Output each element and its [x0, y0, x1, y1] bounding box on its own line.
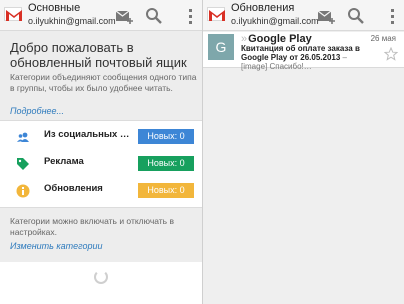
people-icon — [16, 130, 30, 144]
tag-icon — [16, 157, 30, 171]
compose-icon[interactable] — [316, 6, 336, 26]
loading-spinner-icon — [94, 270, 108, 284]
welcome-panel: Добро пожаловать в обновленный почтовый … — [0, 32, 202, 120]
welcome-title: Добро пожаловать в обновленный почтовый … — [10, 40, 187, 70]
category-row-social[interactable]: Из социальных се… Новых: 0 — [0, 125, 202, 153]
sender-avatar[interactable]: G — [208, 34, 234, 60]
message-date: 26 мая — [370, 34, 396, 43]
overflow-menu-icon[interactable] — [386, 6, 398, 26]
category-row-updates[interactable]: Обновления Новых: 0 — [0, 179, 202, 207]
new-count-badge: Новых: 0 — [138, 183, 194, 198]
primary-inbox-screen: Основные o.ilyukhin@gmail.com Добро пожа… — [0, 0, 202, 304]
account-email[interactable]: o.ilyukhin@gmail.com — [231, 16, 319, 26]
action-bar: Основные o.ilyukhin@gmail.com — [0, 0, 202, 31]
learn-more-link[interactable]: Подробнее... — [10, 106, 64, 116]
inbox-title[interactable]: Основные — [28, 2, 80, 14]
category-list: Из социальных се… Новых: 0 Реклама Новых… — [0, 120, 202, 208]
gmail-logo-icon[interactable] — [4, 7, 22, 21]
category-label: Из социальных се… — [44, 129, 132, 140]
message-row[interactable]: G »Google Play Квитанция об оплате заказ… — [203, 32, 404, 71]
compose-icon[interactable] — [114, 6, 134, 26]
settings-hint: Категории можно включать и отключать в н… — [0, 210, 202, 262]
gmail-logo-icon[interactable] — [207, 7, 225, 21]
updates-inbox-screen: Обновления o.ilyukhin@gmail.com G »Googl… — [203, 0, 404, 304]
message-subject-line: Квитанция об оплате заказа в Google Play… — [241, 44, 373, 71]
search-icon[interactable] — [144, 6, 164, 26]
new-count-badge: Новых: 0 — [138, 156, 194, 171]
search-icon[interactable] — [346, 6, 366, 26]
action-bar: Обновления o.ilyukhin@gmail.com — [203, 0, 404, 31]
loading-area — [0, 262, 202, 304]
info-icon — [16, 184, 30, 198]
inbox-title[interactable]: Обновления — [231, 2, 294, 14]
welcome-text: Категории объединяют сообщения одного ти… — [10, 72, 197, 93]
new-count-badge: Новых: 0 — [138, 129, 194, 144]
category-label: Реклама — [44, 156, 84, 167]
category-row-promotions[interactable]: Реклама Новых: 0 — [0, 152, 202, 180]
change-categories-link[interactable]: Изменить категории — [10, 241, 103, 251]
star-icon[interactable] — [383, 46, 399, 61]
account-email[interactable]: o.ilyukhin@gmail.com — [28, 16, 116, 26]
overflow-menu-icon[interactable] — [184, 6, 196, 26]
hint-text: Категории можно включать и отключать в н… — [10, 216, 174, 237]
category-label: Обновления — [44, 183, 103, 194]
